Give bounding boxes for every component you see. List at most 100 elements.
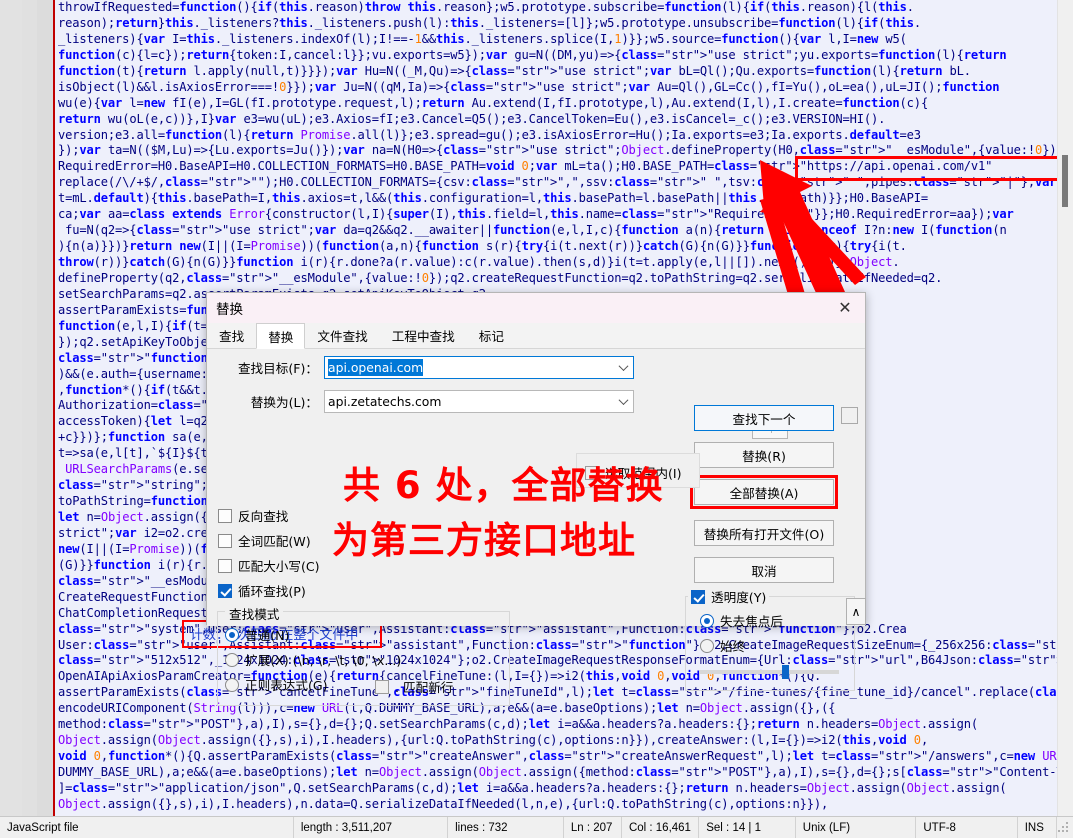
match-case-label: 匹配大小写(C) bbox=[238, 559, 320, 574]
mode-normal-radio[interactable]: 普通(N) bbox=[225, 625, 289, 644]
code-line: ){n(a)}})}return new(I||(I=Promise))(fun… bbox=[58, 239, 907, 254]
code-line: return wu(oL(e,c))},I}var e3=wu(uL);e3.A… bbox=[58, 111, 886, 126]
code-line: _listeners){var I=this._listeners.indexO… bbox=[58, 31, 907, 46]
transparency-slider[interactable] bbox=[699, 665, 839, 679]
code-line: reason);return}this._listeners?this._lis… bbox=[58, 15, 921, 30]
tab-replace[interactable]: 替换 bbox=[256, 323, 306, 349]
code-line: DUMMY_BASE_URL),a;e&&(a=e.baseOptions);l… bbox=[58, 765, 1073, 779]
transparency-on-focus-lost-radio[interactable]: 失去焦点后 bbox=[700, 611, 783, 630]
transparency-checkbox[interactable] bbox=[691, 589, 711, 604]
tab-find-in-files[interactable]: 文件查找 bbox=[305, 322, 379, 348]
cancel-button[interactable]: 取消 bbox=[694, 557, 834, 583]
checkbox-icon bbox=[218, 558, 232, 573]
tab-mark[interactable]: 标记 bbox=[467, 322, 516, 348]
mode-extended-label: 扩展(X) (\n, \r, \t, \0, \x...) bbox=[245, 653, 402, 668]
code-line: wu(e){var l=new fI(e),I=GL(fI.prototype.… bbox=[58, 95, 929, 110]
mode-extended-radio[interactable]: 扩展(X) (\n, \r, \t, \0, \x...) bbox=[225, 650, 401, 669]
transparency-always-radio[interactable]: 始终 bbox=[700, 636, 745, 655]
find-input[interactable]: api.openai.com bbox=[324, 356, 634, 379]
match-whole-word-label: 全词匹配(W) bbox=[238, 534, 311, 549]
checkbox-icon bbox=[375, 679, 389, 694]
replace-row: 替换为(L)： api.zetatechs.com bbox=[212, 390, 634, 413]
replace-all-button[interactable]: 全部替换(A) bbox=[694, 479, 834, 505]
match-newline-checkbox[interactable]: . 匹配新行 bbox=[375, 677, 453, 696]
backward-direction-label: 反向查找 bbox=[238, 509, 289, 524]
search-mode-title: 查找模式 bbox=[225, 604, 284, 623]
replace-input[interactable]: api.zetatechs.com bbox=[324, 390, 634, 413]
find-row: 查找目标(F)： api.openai.com bbox=[212, 356, 634, 379]
match-newline-label: . 匹配新行 bbox=[395, 680, 454, 695]
slider-track bbox=[699, 670, 839, 674]
transparency-title-row[interactable]: 透明度(Y) bbox=[688, 587, 770, 606]
dialog-tabs[interactable]: 查找 替换 文件查找 工程中查找 标记 bbox=[207, 323, 865, 349]
code-line: class="str">"512x512",_1024x1024:class="… bbox=[58, 653, 1073, 668]
code-line: encodeURIComponent(String(l))),c=new URL… bbox=[58, 701, 836, 716]
replace-input-value: api.zetatechs.com bbox=[328, 394, 442, 409]
status-bar: JavaScript file length : 3,511,207 lines… bbox=[0, 816, 1073, 838]
mode-normal-label: 普通(N) bbox=[245, 628, 290, 643]
backward-direction-checkbox[interactable]: 反向查找 bbox=[218, 506, 288, 525]
code-line: assertParamExists(class="str">"cancelFin… bbox=[58, 685, 1073, 700]
transparency-always-label: 始终 bbox=[720, 639, 746, 654]
chevron-up-icon[interactable]: ∧ bbox=[846, 598, 866, 625]
code-line: function(c){l=c});return{token:I,cancel:… bbox=[58, 47, 1007, 62]
code-line: replace(/\/+$/,class="str">"");H0.COLLEC… bbox=[58, 175, 1073, 190]
radio-icon bbox=[700, 638, 714, 653]
code-line: Object.assign(Object.assign({},s),i),I.h… bbox=[58, 733, 929, 748]
radio-selected-icon bbox=[225, 627, 239, 642]
replace-button[interactable]: 替换(R) bbox=[694, 442, 834, 468]
code-line: method:class="str">"POST"},a),I),s={},d=… bbox=[58, 717, 978, 732]
editor-gutter bbox=[0, 0, 53, 816]
mode-regex-label: 正则表达式(G) bbox=[245, 678, 328, 693]
dialog-title: 替换 bbox=[216, 302, 243, 318]
radio-selected-icon bbox=[700, 613, 714, 628]
code-line: RequiredError=H0.BaseAPI=H0.COLLECTION_F… bbox=[58, 159, 993, 174]
transparency-on-focus-lost-label: 失去焦点后 bbox=[720, 614, 783, 629]
match-case-checkbox[interactable]: 匹配大小写(C) bbox=[218, 556, 320, 575]
find-next-button[interactable]: 查找下一个 bbox=[694, 405, 834, 431]
code-line: ca;var aa=class extends Error{constructo… bbox=[58, 207, 1014, 222]
tab-find[interactable]: 查找 bbox=[207, 322, 256, 348]
replace-dialog[interactable]: 替换 ✕ 查找 替换 文件查找 工程中查找 标记 查找目标(F)： api.op… bbox=[206, 292, 866, 706]
notepadpp-window: throwIfRequested=function(){if(this.reas… bbox=[0, 0, 1073, 838]
resize-grip-icon[interactable] bbox=[1056, 820, 1070, 835]
status-encoding: UTF-8 bbox=[916, 816, 1018, 838]
checkbox-icon bbox=[218, 508, 232, 523]
tab-find-in-projects[interactable]: 工程中查找 bbox=[380, 322, 467, 348]
status-column: Col : 16,461 bbox=[622, 816, 700, 838]
status-file-type: JavaScript file bbox=[0, 816, 294, 838]
mode-regex-radio[interactable]: 正则表达式(G) bbox=[225, 675, 328, 694]
in-selection-label: 选取范围内(I) bbox=[605, 466, 682, 481]
checkbox-checked-icon bbox=[691, 589, 705, 604]
editor-vertical-scrollbar[interactable] bbox=[1057, 0, 1073, 816]
code-line: OpenAIApiAxiosParamCreator=function(e){r… bbox=[58, 669, 822, 684]
status-selection: Sel : 14 | 1 bbox=[699, 816, 796, 838]
code-line: void 0,function*(){Q.assertParamExists(c… bbox=[58, 749, 1073, 764]
replace-all-opened-button[interactable]: 替换所有打开文件(O) bbox=[694, 520, 834, 546]
code-line: t=mL.default){this.basePath=I,this.axios… bbox=[58, 191, 929, 206]
code-line: Object.assign({},s),i),I.headers),n.data… bbox=[58, 796, 829, 811]
match-whole-word-checkbox[interactable]: 全词匹配(W) bbox=[218, 531, 311, 550]
wrap-around-checkbox[interactable]: 循环查找(P) bbox=[218, 581, 306, 600]
checkbox-icon bbox=[585, 465, 599, 480]
close-icon[interactable]: ✕ bbox=[825, 293, 865, 323]
radio-icon bbox=[225, 652, 239, 667]
find-label: 查找目标(F)： bbox=[237, 361, 318, 376]
code-line: function(t){return l.apply(null,t)}}});v… bbox=[58, 63, 971, 78]
dialog-extra-checkbox[interactable] bbox=[841, 407, 858, 424]
chevron-down-icon[interactable] bbox=[618, 357, 629, 378]
slider-knob[interactable] bbox=[782, 665, 789, 679]
in-selection-checkbox[interactable]: 选取范围内(I) bbox=[585, 463, 682, 482]
status-line-number: Ln : 207 bbox=[564, 816, 622, 838]
status-length: length : 3,511,207 bbox=[294, 816, 449, 838]
chevron-down-icon[interactable] bbox=[618, 391, 629, 412]
code-line: isObject(l)&&l.isAxiosError===!0}});var … bbox=[58, 79, 1000, 94]
replace-label: 替换为(L)： bbox=[250, 395, 318, 410]
status-lines: lines : 732 bbox=[448, 816, 564, 838]
scrollbar-thumb[interactable] bbox=[1062, 155, 1068, 207]
code-line: });var ta=N(($M,Lu)=>{Lu.exports=Ju()});… bbox=[58, 143, 1073, 158]
transparency-title: 透明度(Y) bbox=[711, 590, 767, 605]
checkbox-icon bbox=[218, 533, 232, 548]
dialog-body: 查找目标(F)： api.openai.com 替换为(L)： api.zeta… bbox=[207, 349, 865, 706]
status-insert-mode: INS bbox=[1018, 816, 1057, 838]
